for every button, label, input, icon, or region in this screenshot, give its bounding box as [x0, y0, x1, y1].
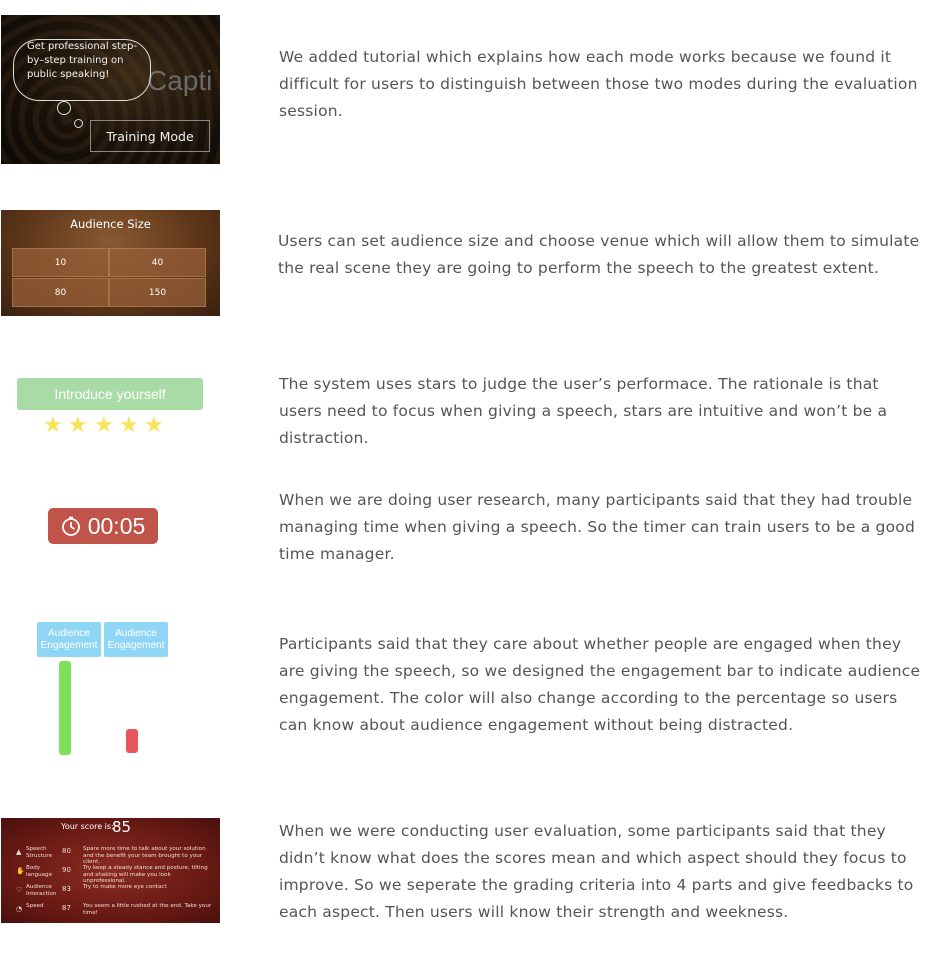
stopwatch-icon [61, 516, 80, 536]
engagement-label-low: Audience Engagement [104, 622, 168, 657]
score-row: ♡ Audience Interaction 83 Try to make mo… [1, 882, 220, 900]
engagement-bar-low [126, 729, 138, 753]
row-value: 87 [62, 904, 71, 912]
score-row: ◔ Speed 87 You seem a little rushed at t… [1, 901, 220, 919]
star-icon: ★ [68, 413, 88, 438]
row-value: 83 [62, 885, 71, 893]
tutorial-description: We added tutorial which explains how eac… [279, 48, 918, 120]
bubble-text: Get professional step-by–step training o… [27, 41, 138, 80]
timer-description: When we are doing user research, many pa… [279, 491, 915, 563]
row-category: Speech Structure [26, 846, 53, 859]
score-screenshot: Your score is: 85 ▲ Speech Structure 80 … [1, 818, 220, 923]
audience-option-80[interactable]: 80 [12, 278, 109, 307]
star-icon: ★ [119, 413, 139, 438]
speed-icon: ◔ [16, 905, 23, 913]
star-icon: ★ [94, 413, 114, 438]
audience-option-150[interactable]: 150 [109, 278, 206, 307]
heart-icon: ♡ [16, 886, 23, 894]
thought-bubble-dot [74, 119, 83, 128]
row-feedback: Try to make more eye contact [83, 884, 167, 890]
row-value: 80 [62, 847, 71, 855]
engagement-bar-high [59, 661, 71, 755]
star-icon: ★ [43, 413, 63, 438]
audience-description: Users can set audience size and choose v… [278, 232, 920, 277]
row-feedback: You seem a little rushed at the end. Tak… [83, 903, 212, 916]
score-description: When we were conducting user evaluation,… [279, 822, 914, 921]
structure-icon: ▲ [16, 848, 22, 856]
score-row: ▲ Speech Structure 80 Spare more time to… [1, 844, 220, 865]
timer-value: 00:05 [87, 512, 146, 539]
task-label: Introduce yourself [17, 378, 203, 410]
engagement-description: Participants said that they care about w… [279, 635, 921, 734]
hand-icon: ✋ [16, 867, 25, 875]
star-icon: ★ [144, 413, 164, 438]
row-category: Body language [26, 865, 53, 878]
row-value: 90 [62, 866, 71, 874]
audience-size-screenshot: Audience Size 10 40 80 150 [1, 210, 220, 316]
score-row: ✋ Body language 90 Try keep a steady sta… [1, 863, 220, 884]
score-value: 85 [112, 818, 132, 836]
tutorial-screenshot: Capti Get professional step-by–step trai… [1, 15, 220, 164]
timer-badge: 00:05 [48, 508, 158, 544]
audience-option-10[interactable]: 10 [12, 248, 109, 277]
background-title-text: Capti [147, 65, 213, 96]
score-label: Your score is: [61, 822, 114, 831]
row-category: Audience Interaction [26, 884, 57, 897]
audience-size-title: Audience Size [70, 217, 151, 231]
training-mode-button[interactable]: Training Mode [90, 120, 210, 152]
stars-description: The system uses stars to judge the user’… [279, 375, 888, 447]
thought-bubble-dot [57, 101, 71, 115]
engagement-label-high: Audience Engagement [37, 622, 101, 657]
audience-option-40[interactable]: 40 [109, 248, 206, 277]
row-category: Speed [26, 903, 44, 909]
